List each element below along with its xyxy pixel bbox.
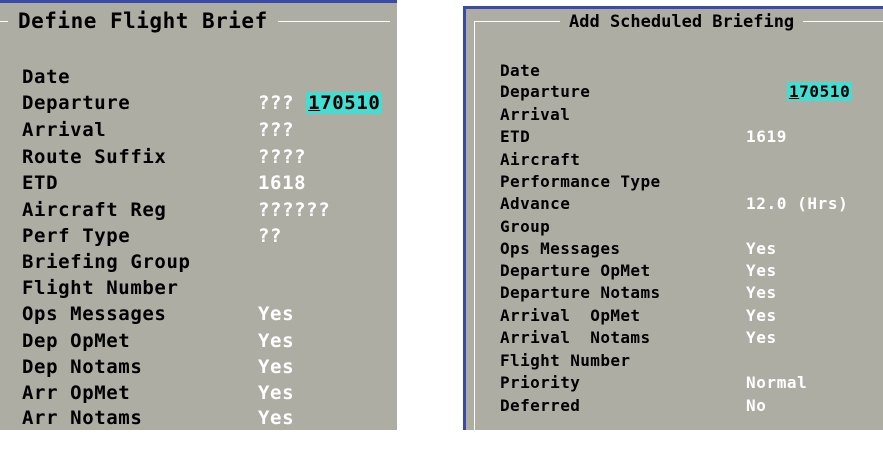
field-label-ops-messages: Ops Messages — [500, 239, 621, 258]
departure-notams-toggle[interactable]: Yes — [746, 282, 777, 303]
deferred-toggle[interactable]: No — [746, 395, 766, 416]
field-label-arrival: Arrival — [500, 105, 571, 124]
departure-input[interactable]: ??? — [258, 90, 294, 116]
field-label-arr-notams: Arr Notams — [22, 407, 143, 429]
field-label-route-suffix: Route Suffix — [22, 146, 167, 168]
field-label-aircraft: Aircraft — [500, 150, 581, 169]
field-label-aircraft-reg: Aircraft Reg — [22, 199, 167, 221]
date-rest: 70510 — [799, 82, 851, 101]
field-label-ops-messages: Ops Messages — [22, 303, 167, 325]
arr-notams-toggle[interactable]: Yes — [258, 405, 294, 431]
field-label-priority: Priority — [500, 373, 581, 392]
arr-opmet-toggle[interactable]: Yes — [258, 380, 294, 406]
define-flight-brief-panel: Define Flight Brief Date 170510 Departur… — [0, 0, 397, 430]
field-label-departure-opmet: Departure OpMet — [500, 261, 651, 280]
field-label-dep-opmet: Dep OpMet — [22, 330, 131, 352]
field-label-advance: Advance — [500, 194, 571, 213]
field-label-date: Date — [22, 66, 71, 88]
date-first-char: 1 — [308, 92, 321, 114]
field-label-perf-type: Perf Type — [22, 225, 131, 247]
panel-title: Add Scheduled Briefing — [560, 10, 804, 34]
priority-select[interactable]: Normal — [746, 372, 807, 393]
field-label-flight-number: Flight Number — [22, 277, 179, 299]
field-label-departure: Departure — [500, 82, 591, 101]
departure-opmet-toggle[interactable]: Yes — [746, 260, 777, 281]
field-label-date: Date — [500, 61, 541, 80]
dep-notams-toggle[interactable]: Yes — [258, 354, 294, 380]
date-rest: 70510 — [320, 92, 381, 114]
arrival-input[interactable]: ??? — [258, 117, 294, 143]
field-label-arrival-notams: Arrival Notams — [500, 328, 651, 347]
field-label-etd: ETD — [500, 127, 531, 146]
arrival-opmet-toggle[interactable]: Yes — [746, 305, 777, 326]
field-label-dep-notams: Dep Notams — [22, 356, 143, 378]
ops-messages-toggle[interactable]: Yes — [746, 238, 777, 259]
ops-messages-toggle[interactable]: Yes — [258, 301, 294, 327]
route-suffix-input[interactable]: ???? — [258, 144, 306, 170]
etd-input[interactable]: 1618 — [258, 170, 306, 196]
field-label-flight-number: Flight Number — [500, 351, 631, 370]
arrival-notams-toggle[interactable]: Yes — [746, 327, 777, 348]
aircraft-reg-input[interactable]: ?????? — [258, 197, 330, 223]
field-label-arr-opmet: Arr OpMet — [22, 382, 131, 404]
field-label-briefing-group: Briefing Group — [22, 251, 191, 273]
field-label-departure: Departure — [22, 92, 131, 114]
field-label-departure-notams: Departure Notams — [500, 283, 661, 302]
panel-title: Define Flight Brief — [8, 8, 278, 34]
field-label-deferred: Deferred — [500, 396, 581, 415]
date-input[interactable]: 170510 — [746, 60, 853, 123]
field-label-etd: ETD — [22, 172, 59, 194]
field-label-performance-type: Performance Type — [500, 172, 661, 191]
field-label-group: Group — [500, 217, 551, 236]
dep-opmet-toggle[interactable]: Yes — [258, 328, 294, 354]
perf-type-input[interactable]: ?? — [258, 223, 282, 249]
etd-input[interactable]: 1619 — [746, 126, 787, 147]
field-label-arrival-opmet: Arrival OpMet — [500, 306, 641, 325]
field-label-arrival: Arrival — [22, 119, 107, 141]
advance-input[interactable]: 12.0 (Hrs) — [746, 193, 848, 214]
date-first-char: 1 — [788, 82, 800, 101]
add-scheduled-briefing-panel: Add Scheduled Briefing Date 170510 Depar… — [463, 6, 883, 451]
